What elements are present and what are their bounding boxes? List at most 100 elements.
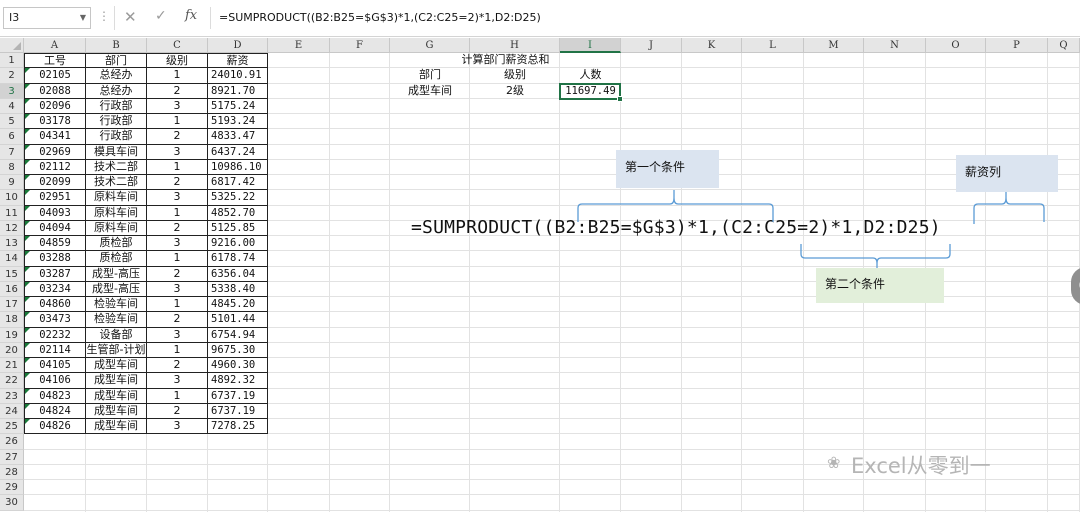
table-cell[interactable]: 6737.19: [208, 388, 268, 404]
table-cell[interactable]: 行政部: [86, 98, 147, 114]
active-cell-border[interactable]: [559, 82, 623, 102]
table-cell[interactable]: 2: [147, 266, 208, 282]
table-cell[interactable]: 技术二部: [86, 175, 147, 191]
column-header-N[interactable]: N: [864, 38, 926, 53]
cancel-icon[interactable]: ✕: [124, 8, 137, 26]
table-cell[interactable]: 02099: [24, 175, 86, 191]
table-cell[interactable]: 3: [147, 419, 208, 435]
table-cell[interactable]: 设备部: [86, 327, 147, 343]
table-cell[interactable]: 04341: [24, 129, 86, 145]
table-cell[interactable]: 5175.24: [208, 98, 268, 114]
table-cell[interactable]: 04826: [24, 419, 86, 435]
table-header-cell[interactable]: 级别: [147, 53, 208, 69]
formula-input[interactable]: =SUMPRODUCT((B2:B25=$G$3)*1,(C2:C25=2)*1…: [210, 7, 1078, 29]
table-cell[interactable]: 原料车间: [86, 190, 147, 206]
column-header-E[interactable]: E: [268, 38, 330, 53]
table-cell[interactable]: 2: [147, 175, 208, 191]
table-cell[interactable]: 6817.42: [208, 175, 268, 191]
column-header-J[interactable]: J: [621, 38, 682, 53]
column-header-A[interactable]: A: [24, 38, 86, 53]
table-cell[interactable]: 4852.70: [208, 205, 268, 221]
table-cell[interactable]: 5125.85: [208, 220, 268, 236]
insert-function-icon[interactable]: fx: [185, 8, 197, 23]
table-cell[interactable]: 2: [147, 220, 208, 236]
table-cell[interactable]: 5193.24: [208, 114, 268, 130]
table-cell[interactable]: 成型-高压: [86, 266, 147, 282]
column-header-L[interactable]: L: [742, 38, 804, 53]
table-cell[interactable]: 04093: [24, 205, 86, 221]
table-cell[interactable]: 6437.24: [208, 144, 268, 160]
table-cell[interactable]: 4892.32: [208, 373, 268, 389]
table-cell[interactable]: 02096: [24, 98, 86, 114]
check-icon[interactable]: ✓: [155, 8, 167, 24]
table-cell[interactable]: 2: [147, 83, 208, 99]
summary-title[interactable]: 计算部门薪资总和: [390, 53, 621, 68]
column-header-Q[interactable]: Q: [1048, 38, 1080, 53]
table-cell[interactable]: 检验车间: [86, 297, 147, 313]
table-cell[interactable]: 6356.04: [208, 266, 268, 282]
table-cell[interactable]: 2: [147, 129, 208, 145]
column-header-D[interactable]: D: [208, 38, 268, 53]
table-cell[interactable]: 02951: [24, 190, 86, 206]
table-cell[interactable]: 成型车间: [86, 403, 147, 419]
summary-header-dept[interactable]: 部门: [390, 68, 470, 83]
table-cell[interactable]: 02112: [24, 159, 86, 175]
chevron-down-icon[interactable]: ▼: [80, 8, 86, 28]
table-cell[interactable]: 02969: [24, 144, 86, 160]
column-header-I[interactable]: I: [560, 38, 621, 53]
column-header-F[interactable]: F: [330, 38, 390, 53]
table-cell[interactable]: 技术二部: [86, 159, 147, 175]
summary-header-count[interactable]: 人数: [560, 68, 621, 83]
table-cell[interactable]: 成型车间: [86, 419, 147, 435]
table-cell[interactable]: 行政部: [86, 129, 147, 145]
table-cell[interactable]: 1: [147, 159, 208, 175]
table-header-cell[interactable]: 部门: [86, 53, 147, 69]
table-cell[interactable]: 原料车间: [86, 220, 147, 236]
table-cell[interactable]: 04094: [24, 220, 86, 236]
column-header-H[interactable]: H: [470, 38, 560, 53]
table-cell[interactable]: 7278.25: [208, 419, 268, 435]
table-cell[interactable]: 4960.30: [208, 358, 268, 374]
table-cell[interactable]: 2: [147, 358, 208, 374]
table-cell[interactable]: 3: [147, 98, 208, 114]
table-cell[interactable]: 成型车间: [86, 358, 147, 374]
name-box[interactable]: I3 ▼: [3, 7, 91, 29]
table-cell[interactable]: 总经办: [86, 68, 147, 84]
table-cell[interactable]: 04859: [24, 236, 86, 252]
table-cell[interactable]: 3: [147, 190, 208, 206]
table-cell[interactable]: 24010.91: [208, 68, 268, 84]
table-cell[interactable]: 检验车间: [86, 312, 147, 328]
table-cell[interactable]: 03178: [24, 114, 86, 130]
table-cell[interactable]: 10986.10: [208, 159, 268, 175]
table-cell[interactable]: 2: [147, 312, 208, 328]
table-cell[interactable]: 3: [147, 281, 208, 297]
column-header-G[interactable]: G: [390, 38, 470, 53]
table-cell[interactable]: 3: [147, 373, 208, 389]
table-cell[interactable]: 8921.70: [208, 83, 268, 99]
table-cell[interactable]: 成型车间: [86, 373, 147, 389]
table-cell[interactable]: 生管部-计划: [86, 342, 147, 358]
table-cell[interactable]: 原料车间: [86, 205, 147, 221]
table-cell[interactable]: 3: [147, 327, 208, 343]
table-header-cell[interactable]: 薪资: [208, 53, 268, 69]
table-cell[interactable]: 1: [147, 388, 208, 404]
table-cell[interactable]: 行政部: [86, 114, 147, 130]
table-cell[interactable]: 质检部: [86, 236, 147, 252]
table-cell[interactable]: 04860: [24, 297, 86, 313]
table-cell[interactable]: 03234: [24, 281, 86, 297]
table-cell[interactable]: 质检部: [86, 251, 147, 267]
table-cell[interactable]: 1: [147, 297, 208, 313]
table-cell[interactable]: 1: [147, 205, 208, 221]
table-cell[interactable]: 1: [147, 342, 208, 358]
summary-dept-value[interactable]: 成型车间: [390, 84, 470, 99]
table-cell[interactable]: 总经办: [86, 83, 147, 99]
column-header-C[interactable]: C: [147, 38, 208, 53]
table-cell[interactable]: 3: [147, 144, 208, 160]
table-cell[interactable]: 模具车间: [86, 144, 147, 160]
table-cell[interactable]: 5101.44: [208, 312, 268, 328]
table-cell[interactable]: 6737.19: [208, 403, 268, 419]
column-header-B[interactable]: B: [86, 38, 147, 53]
table-cell[interactable]: 03288: [24, 251, 86, 267]
column-header-M[interactable]: M: [804, 38, 864, 53]
table-cell[interactable]: 6754.94: [208, 327, 268, 343]
